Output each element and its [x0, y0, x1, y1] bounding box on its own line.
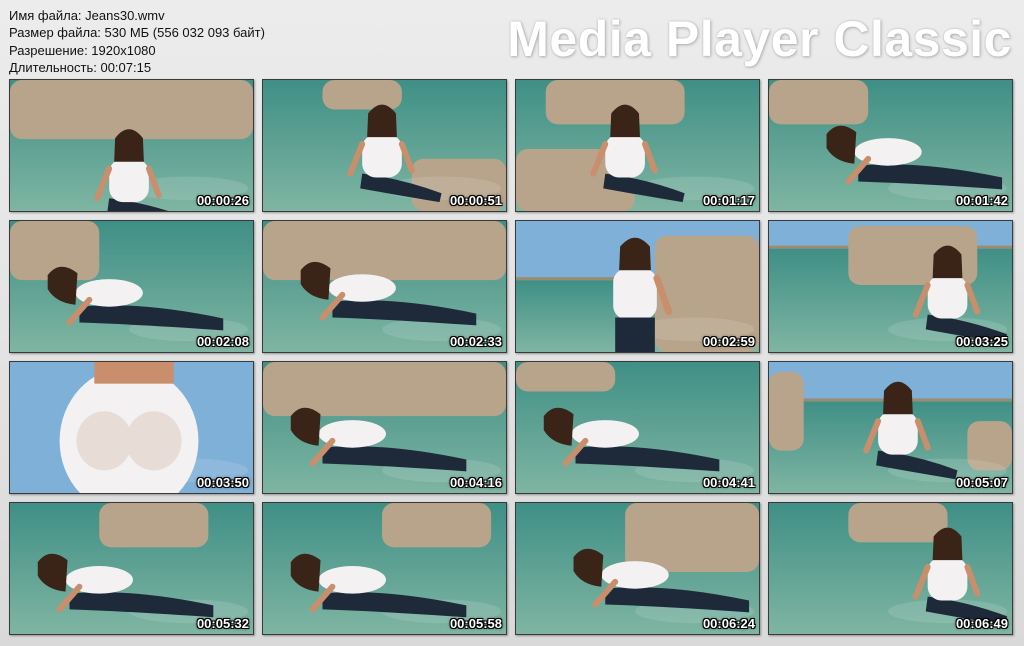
- video-duration: Длительность: 00:07:15: [9, 60, 152, 76]
- rock: [99, 503, 209, 548]
- rock: [382, 503, 492, 548]
- thumbnail-timestamp: 00:03:50: [196, 475, 249, 490]
- thumbnail-timestamp: 00:01:42: [955, 193, 1008, 208]
- rock: [848, 503, 948, 543]
- thumbnail-timestamp: 00:02:08: [196, 334, 249, 349]
- video-thumbnail: 00:06:49: [768, 502, 1013, 635]
- thumbnail-image: [10, 503, 253, 634]
- thumbnail-image: [769, 80, 1012, 211]
- thumbnail-timestamp: 00:02:59: [702, 334, 755, 349]
- video-thumbnail: 00:03:25: [768, 220, 1013, 353]
- thumbnail-image: [10, 221, 253, 352]
- thumbnail-timestamp: 00:00:26: [196, 193, 249, 208]
- thumbnail-timestamp: 00:04:41: [702, 475, 755, 490]
- video-thumbnail: 00:01:17: [515, 79, 760, 212]
- file-info: Имя файла: Jeans30.wmv Размер файла: 530…: [9, 7, 265, 77]
- thumbnail-image: [516, 221, 759, 352]
- thumbnail-image: [769, 362, 1012, 493]
- thumbnail-timestamp: 00:04:16: [449, 475, 502, 490]
- file-name: Имя файла: Jeans30.wmv: [9, 8, 165, 23]
- video-thumbnail: 00:02:33: [262, 220, 507, 353]
- video-thumbnail: 00:03:50: [9, 361, 254, 494]
- rock: [263, 221, 506, 281]
- video-thumbnail: 00:02:59: [515, 220, 760, 353]
- thumbnail-timestamp: 00:00:51: [449, 193, 502, 208]
- thumbnail-image: [769, 503, 1012, 634]
- rock: [516, 362, 616, 392]
- video-thumbnail: 00:04:16: [262, 361, 507, 494]
- video-thumbnail: 00:05:07: [768, 361, 1013, 494]
- thumbnail-image: [516, 503, 759, 634]
- video-thumbnail: 00:05:32: [9, 502, 254, 635]
- thumbnail-image: [263, 80, 506, 211]
- thumbnail-timestamp: 00:03:25: [955, 334, 1008, 349]
- video-thumbnail: 00:00:26: [9, 79, 254, 212]
- thumbnail-image: [516, 362, 759, 493]
- video-resolution: Разрешение: 1920x1080: [9, 42, 156, 58]
- video-thumbnail: 00:04:41: [515, 361, 760, 494]
- video-thumbnail: 00:06:24: [515, 502, 760, 635]
- thumbnail-image: [516, 80, 759, 211]
- thumbnail-image: [769, 221, 1012, 352]
- thumbnail-grid: 00:00:26 00:00:51 00:01:17 00:01:42 00:02:08…: [9, 79, 1013, 635]
- thumbnail-timestamp: 00:06:24: [702, 616, 755, 631]
- thumbnail-timestamp: 00:02:33: [449, 334, 502, 349]
- rock: [769, 80, 869, 125]
- thumbnail-timestamp: 00:05:58: [449, 616, 502, 631]
- video-thumbnail: 00:05:58: [262, 502, 507, 635]
- rock: [263, 362, 506, 417]
- video-thumbnail: 00:00:51: [262, 79, 507, 212]
- thumbnail-timestamp: 00:01:17: [702, 193, 755, 208]
- thumbnail-image: [10, 80, 253, 211]
- thumbnail-image: [263, 503, 506, 634]
- rock: [322, 80, 402, 110]
- rock: [625, 503, 759, 572]
- thumbnail-image: [263, 362, 506, 493]
- media-player-classic-logo: Media Player Classic: [507, 11, 1012, 67]
- thumbnail-timestamp: 00:05:07: [955, 475, 1008, 490]
- video-thumbnail: 00:01:42: [768, 79, 1013, 212]
- video-thumbnail: 00:02:08: [9, 220, 254, 353]
- thumbnail-image: [263, 221, 506, 352]
- file-size: Размер файла: 530 МБ (556 032 093 байт): [9, 25, 265, 41]
- rock: [769, 371, 804, 451]
- thumbnail-timestamp: 00:06:49: [955, 616, 1008, 631]
- thumbnail-image: [10, 362, 253, 493]
- thumbnail-timestamp: 00:05:32: [196, 616, 249, 631]
